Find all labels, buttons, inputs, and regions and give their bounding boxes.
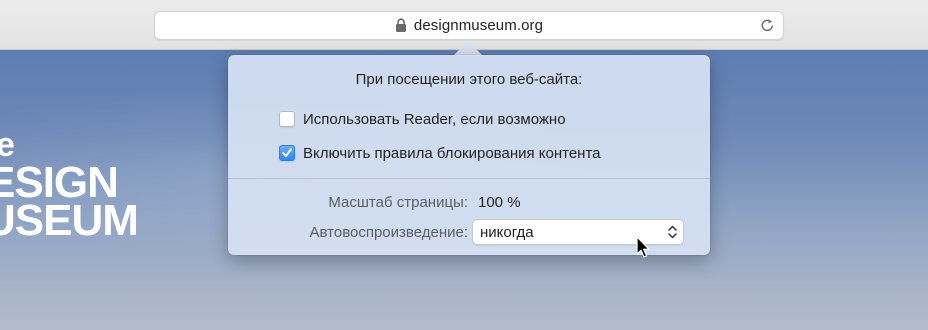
checkmark-icon — [282, 148, 292, 157]
reload-icon[interactable] — [760, 18, 775, 33]
address-bar[interactable]: designmuseum.org — [154, 11, 784, 40]
url-group: designmuseum.org — [155, 12, 783, 39]
content-blockers-option[interactable]: Включить правила блокирования контента — [279, 143, 601, 163]
updown-chevron-icon — [668, 225, 677, 239]
reader-checkbox[interactable] — [279, 111, 295, 127]
site-logo[interactable]: e ESIGN USEUM — [0, 126, 139, 245]
popover-arrow — [453, 41, 483, 56]
autoplay-select[interactable]: никогда — [472, 219, 684, 245]
popover-title: При посещении этого веб-сайта: — [355, 71, 583, 88]
website-settings-popover: При посещении этого веб-сайта: Использов… — [228, 55, 710, 255]
reader-option[interactable]: Использовать Reader, если возможно — [279, 109, 566, 129]
logo-line: USEUM — [0, 196, 139, 245]
lock-icon — [395, 18, 406, 32]
divider — [228, 178, 710, 179]
content-blockers-label: Включить правила блокирования контента — [303, 144, 601, 162]
url-text[interactable]: designmuseum.org — [414, 17, 543, 34]
autoplay-label: Автовоспроизведение: — [309, 224, 468, 241]
mouse-pointer-icon — [636, 236, 650, 258]
reader-option-label: Использовать Reader, если возможно — [303, 110, 566, 128]
page-zoom-label: Масштаб страницы: — [328, 194, 468, 211]
autoplay-select-value: никогда — [480, 224, 534, 241]
content-blockers-checkbox[interactable] — [279, 145, 295, 161]
page-zoom-value[interactable]: 100 % — [478, 194, 521, 211]
